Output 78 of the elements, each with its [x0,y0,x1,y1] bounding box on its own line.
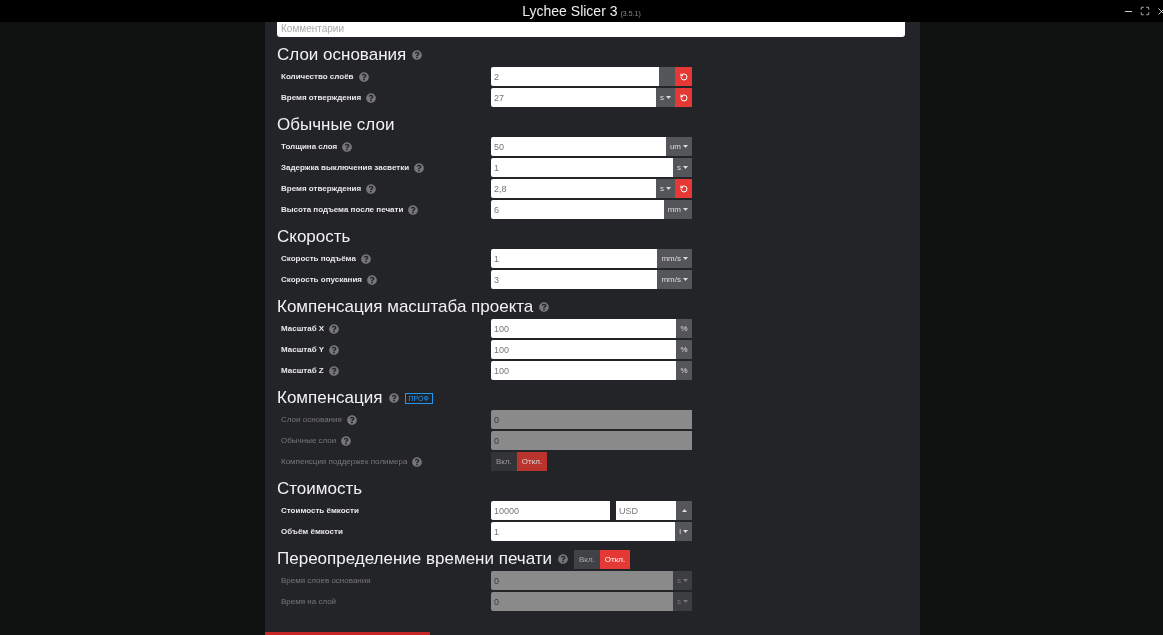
unit-dropdown[interactable]: s [673,158,692,177]
section-heading: Стоимость [277,479,363,499]
field-label: Высота подъема после печати [281,205,404,214]
input-field[interactable]: 1 [491,522,676,541]
field-label: Время отверждения [281,93,362,102]
reset-button[interactable] [675,88,692,107]
comment-field[interactable]: Комментарии [277,22,905,37]
reset-icon [679,184,688,193]
unit-dropdown[interactable]: % [676,361,692,380]
help-icon[interactable] [388,393,399,403]
unit-dropdown[interactable]: s [656,88,675,107]
help-icon[interactable] [367,274,378,285]
field-label: Задержка выключения засветки [281,163,410,172]
section-heading: Компенсация масштаба проекта [277,297,534,317]
field-label: Скорость опускания [281,275,363,284]
help-icon[interactable] [539,302,550,312]
unit-dropdown[interactable]: mm/s [657,270,692,289]
unit-dropdown[interactable]: mm/s [657,249,692,268]
help-icon[interactable] [412,50,423,60]
reset-button[interactable] [675,67,692,86]
input-field[interactable]: 50 [491,137,666,156]
section-heading: Обычные слои [277,115,395,135]
field-label: Объём ёмкости [281,527,343,536]
field-label: Обычные слои [281,436,337,445]
field-label: Толщина слоя [281,142,338,151]
field-label: Скорость подъёма [281,254,356,263]
field-label: Масштаб Y [281,345,325,354]
currency-dropdown[interactable] [676,501,692,520]
help-icon[interactable] [414,162,425,173]
help-icon[interactable] [358,71,369,82]
help-icon[interactable] [342,141,353,152]
field-label: Время слоев основания [281,576,371,585]
input-field[interactable]: 10000 [491,501,610,520]
section-heading: Компенсация [277,388,383,408]
section-heading: Скорость [277,227,351,247]
input-field[interactable]: 1 [491,158,673,177]
unit-dropdown[interactable]: um [665,137,692,156]
field-label: Время отверждения [281,184,362,193]
help-icon[interactable] [360,253,371,264]
help-icon[interactable] [366,92,377,103]
toggle-option[interactable]: Откл. [599,549,631,569]
input-field[interactable]: 27 [491,88,656,107]
help-icon[interactable] [328,365,339,376]
window-title: Lychee Slicer 3 [522,3,618,19]
help-icon[interactable] [366,183,377,194]
field-label: Стоимость ёмкости [281,506,359,515]
input-field[interactable]: 100 [491,361,676,380]
caret-up-icon [681,509,687,512]
maximize-icon[interactable] [1140,6,1150,16]
reset-icon [679,72,688,81]
section-heading: Слои основания [277,45,407,65]
input-field[interactable]: 3 [491,270,658,289]
input-field[interactable]: 100 [491,340,676,359]
input-field[interactable]: 2,8 [491,179,656,198]
reset-icon [679,93,688,102]
unit-dropdown[interactable]: s [656,179,675,198]
currency-field[interactable]: USD [616,501,676,520]
input-field[interactable]: 1 [491,249,658,268]
help-icon[interactable] [558,554,569,564]
help-icon[interactable] [408,204,419,215]
input-field[interactable]: 6 [491,200,664,219]
field-label: Компенсция поддержек полимера [281,457,408,466]
field-label: Масштаб X [281,324,325,333]
section-heading: Переопределение времени печати [277,549,553,569]
unit-dropdown[interactable]: % [676,319,692,338]
unit-dropdown[interactable]: mm [663,200,692,219]
input-field[interactable]: 2 [491,67,659,86]
unit-dropdown[interactable]: % [676,340,692,359]
field-label: Количество слоёв [281,72,354,81]
field-label: Время на слой [281,597,337,606]
input-field[interactable]: 100 [491,319,676,338]
unit-dropdown[interactable]: l [675,522,692,541]
toggle-option[interactable]: Вкл. [574,549,600,569]
help-icon[interactable] [329,323,340,334]
reset-button[interactable] [675,179,692,198]
field-label: Масштаб Z [281,366,324,375]
help-icon[interactable] [329,344,340,355]
field-label: Слои основания [281,415,342,424]
